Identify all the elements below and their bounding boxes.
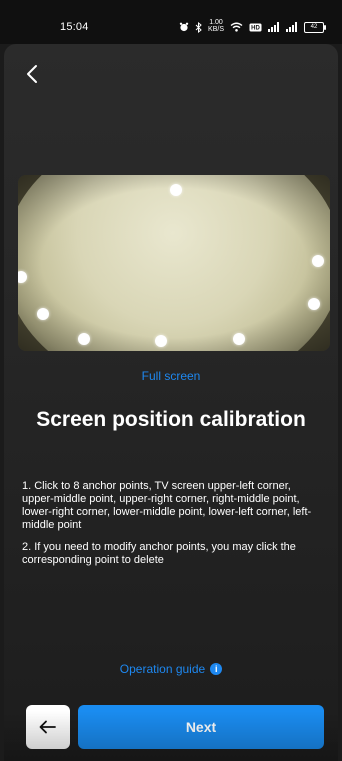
anchor-point-lower-middle[interactable] xyxy=(155,335,167,347)
anchor-point-lower-left[interactable] xyxy=(78,333,90,345)
signal-icon xyxy=(268,21,280,33)
anchor-point-left-lower[interactable] xyxy=(37,308,49,320)
page-title: Screen position calibration xyxy=(36,408,306,431)
battery-icon: 42 xyxy=(304,21,326,33)
camera-preview[interactable] xyxy=(18,175,330,351)
full-screen-link[interactable]: Full screen xyxy=(4,369,338,383)
status-time: 15:04 xyxy=(60,21,89,33)
operation-guide-link[interactable]: Operation guide i xyxy=(4,662,338,676)
bluetooth-icon xyxy=(195,21,202,33)
back-button[interactable] xyxy=(18,60,46,88)
instruction-step-2: 2. If you need to modify anchor points, … xyxy=(22,541,296,566)
net-speed-indicator: 1.00 KB/S xyxy=(208,19,224,33)
chevron-left-icon xyxy=(27,65,37,83)
svg-text:HD: HD xyxy=(251,25,260,31)
arrow-left-icon xyxy=(39,720,56,734)
instructions: 1. Click to 8 anchor points, TV screen u… xyxy=(22,480,322,576)
status-bar: 15:04 1.00 KB/S HD 42 xyxy=(0,0,342,44)
alarm-icon xyxy=(179,21,189,33)
info-icon: i xyxy=(210,663,223,675)
app-screen: 15:04 1.00 KB/S HD 42 Full screen Screen… xyxy=(0,0,342,761)
instruction-step-1: 1. Click to 8 anchor points, TV screen u… xyxy=(22,480,312,531)
anchor-point-lower-right[interactable] xyxy=(233,333,245,345)
next-button[interactable]: Next xyxy=(78,705,324,749)
anchor-point-upper-middle[interactable] xyxy=(170,184,182,196)
preview-vignette xyxy=(18,175,330,351)
hd-icon: HD xyxy=(249,21,262,33)
battery-level: 42 xyxy=(304,21,326,33)
wifi-icon xyxy=(230,21,243,33)
anchor-point-right-lower[interactable] xyxy=(308,298,320,310)
operation-guide-label: Operation guide xyxy=(119,662,206,676)
status-icons: 1.00 KB/S HD 42 xyxy=(179,19,326,34)
anchor-point-right-middle[interactable] xyxy=(312,255,324,267)
previous-button[interactable] xyxy=(26,705,70,749)
signal-icon xyxy=(286,21,298,33)
calibration-panel: Full screen Screen position calibration … xyxy=(4,44,338,761)
